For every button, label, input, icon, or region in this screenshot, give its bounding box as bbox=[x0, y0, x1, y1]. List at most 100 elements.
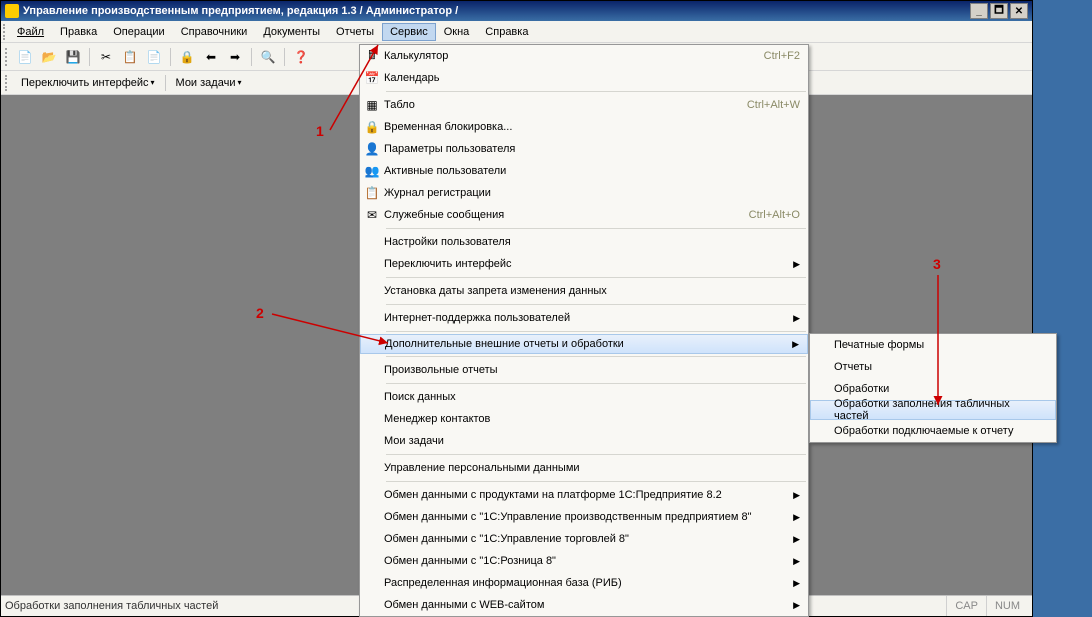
menu-item-label: Поиск данных bbox=[384, 391, 800, 403]
maximize-button[interactable]: 🗖 bbox=[990, 3, 1008, 19]
tb-copy[interactable]: 📋 bbox=[120, 47, 140, 67]
menu-item[interactable]: Обмен данными с "1С:Управление торговлей… bbox=[360, 528, 808, 550]
menu-separator bbox=[386, 277, 806, 278]
status-text: Обработки заполнения табличных частей bbox=[5, 600, 218, 612]
annotation-2: 2 bbox=[256, 305, 264, 321]
menu-item-label: Календарь bbox=[384, 72, 800, 84]
tb-new[interactable]: 📄 bbox=[15, 47, 35, 67]
tb-save[interactable]: 💾 bbox=[63, 47, 83, 67]
menu-edit[interactable]: Правка bbox=[52, 23, 105, 41]
submenu-arrow-icon: ▶ bbox=[793, 259, 800, 270]
submenu-arrow-icon: ▶ bbox=[793, 490, 800, 501]
external-reports-submenu: Печатные формыОтчетыОбработкиОбработки з… bbox=[809, 333, 1057, 443]
menu-documents[interactable]: Документы bbox=[255, 23, 328, 41]
menu-item-icon: 👥 bbox=[360, 164, 384, 178]
menu-windows[interactable]: Окна bbox=[436, 23, 478, 41]
menu-item[interactable]: 👤Параметры пользователя bbox=[360, 138, 808, 160]
submenu-arrow-icon: ▶ bbox=[793, 512, 800, 523]
chevron-down-icon: ▾ bbox=[237, 78, 241, 87]
menu-item-icon: ✉ bbox=[360, 208, 384, 222]
my-tasks-dropdown[interactable]: Мои задачи ▾ bbox=[170, 75, 248, 91]
menu-item-label: Установка даты запрета изменения данных bbox=[384, 285, 800, 297]
menu-item[interactable]: 🖩КалькуляторCtrl+F2 bbox=[360, 45, 808, 67]
menu-item[interactable]: 👥Активные пользователи bbox=[360, 160, 808, 182]
menu-item-label: Временная блокировка... bbox=[384, 121, 800, 133]
menu-item[interactable]: Обмен данными с "1С:Розница 8"▶ bbox=[360, 550, 808, 572]
minimize-button[interactable]: _ bbox=[970, 3, 988, 19]
submenu-item[interactable]: Обработки bbox=[810, 378, 1056, 400]
submenu-item[interactable]: Отчеты bbox=[810, 356, 1056, 378]
menu-service[interactable]: Сервис bbox=[382, 23, 436, 41]
switch-interface-dropdown[interactable]: Переключить интерфейс ▾ bbox=[15, 75, 161, 91]
menu-item-label: Обмен данными с "1С:Управление торговлей… bbox=[384, 533, 789, 545]
menu-item-label: Обмен данными с WEB-сайтом bbox=[384, 599, 789, 611]
menu-item-icon: 🖩 bbox=[360, 46, 384, 67]
my-tasks-label: Мои задачи bbox=[176, 77, 236, 89]
submenu-arrow-icon: ▶ bbox=[792, 339, 799, 350]
menu-help[interactable]: Справка bbox=[477, 23, 536, 41]
menu-item[interactable]: Обмен данными с WEB-сайтом▶ bbox=[360, 594, 808, 616]
menu-item[interactable]: Менеджер контактов bbox=[360, 408, 808, 430]
menu-item[interactable]: Произвольные отчеты bbox=[360, 359, 808, 381]
tb-open[interactable]: 📂 bbox=[39, 47, 59, 67]
menu-item[interactable]: 🔒Временная блокировка... bbox=[360, 116, 808, 138]
tb-fwd[interactable]: ➡ bbox=[225, 47, 245, 67]
menu-item[interactable]: Обмен данными с продуктами на платформе … bbox=[360, 484, 808, 506]
tb-help[interactable]: ❓ bbox=[291, 47, 311, 67]
menu-item-shortcut: Ctrl+Alt+W bbox=[747, 99, 800, 111]
tb-lock[interactable]: 🔒 bbox=[177, 47, 197, 67]
submenu-item[interactable]: Обработки подключаемые к отчету bbox=[810, 420, 1056, 442]
menu-item[interactable]: Настройки пользователя bbox=[360, 231, 808, 253]
menu-file[interactable]: Файл bbox=[9, 23, 52, 41]
menu-item-label: Интернет-поддержка пользователей bbox=[384, 312, 789, 324]
menu-item[interactable]: 📅Календарь bbox=[360, 67, 808, 89]
tb-cut[interactable]: ✂ bbox=[96, 47, 116, 67]
menu-directories[interactable]: Справочники bbox=[173, 23, 256, 41]
menu-separator bbox=[386, 304, 806, 305]
tb-search[interactable]: 🔍 bbox=[258, 47, 278, 67]
menu-separator bbox=[386, 454, 806, 455]
menu-item[interactable]: 📋Журнал регистрации bbox=[360, 182, 808, 204]
menu-item-icon: 📅 bbox=[360, 71, 384, 85]
window-title: Управление производственным предприятием… bbox=[23, 5, 458, 17]
close-button[interactable]: ✕ bbox=[1010, 3, 1028, 19]
menu-item-label: Журнал регистрации bbox=[384, 187, 800, 199]
menu-item-label: Менеджер контактов bbox=[384, 413, 800, 425]
menu-item[interactable]: Интернет-поддержка пользователей ▶ bbox=[360, 307, 808, 329]
menu-item-label: Обмен данными с "1С:Управление производс… bbox=[384, 511, 789, 523]
menu-separator bbox=[386, 228, 806, 229]
menu-separator bbox=[386, 356, 806, 357]
submenu-item[interactable]: Обработки заполнения табличных частей bbox=[810, 400, 1056, 420]
menu-item-label: Мои задачи bbox=[384, 435, 800, 447]
menu-separator bbox=[386, 331, 806, 332]
menu-separator bbox=[386, 481, 806, 482]
submenu-item[interactable]: Печатные формы bbox=[810, 334, 1056, 356]
menu-reports[interactable]: Отчеты bbox=[328, 23, 382, 41]
menubar: Файл Правка Операции Справочники Докумен… bbox=[1, 21, 1032, 43]
annotation-1: 1 bbox=[316, 123, 324, 139]
switch-interface-label: Переключить интерфейс bbox=[21, 77, 149, 89]
menu-item-label: Управление персональными данными bbox=[384, 462, 800, 474]
menu-item[interactable]: Мои задачи bbox=[360, 430, 808, 452]
menu-item-icon: 🔒 bbox=[360, 120, 384, 134]
subbar-grip bbox=[5, 75, 9, 91]
menu-item-label: Служебные сообщения bbox=[384, 209, 749, 221]
tb-paste[interactable]: 📄 bbox=[144, 47, 164, 67]
menu-item[interactable]: Установка даты запрета изменения данных bbox=[360, 280, 808, 302]
tb-back[interactable]: ⬅ bbox=[201, 47, 221, 67]
service-dropdown: 🖩КалькуляторCtrl+F2📅Календарь▦ТаблоCtrl+… bbox=[359, 44, 809, 617]
toolbar-grip bbox=[5, 48, 9, 66]
menu-item[interactable]: Дополнительные внешние отчеты и обработк… bbox=[360, 334, 808, 354]
menu-item[interactable]: Распределенная информационная база (РИБ)… bbox=[360, 572, 808, 594]
menu-item[interactable]: ✉Служебные сообщенияCtrl+Alt+O bbox=[360, 204, 808, 226]
menu-item[interactable]: Переключить интерфейс▶ bbox=[360, 253, 808, 275]
menu-item[interactable]: Обмен данными с "1С:Управление производс… bbox=[360, 506, 808, 528]
menu-item-icon: ▦ bbox=[360, 98, 384, 112]
menu-item[interactable]: Поиск данных bbox=[360, 386, 808, 408]
menu-operations[interactable]: Операции bbox=[105, 23, 172, 41]
submenu-arrow-icon: ▶ bbox=[793, 578, 800, 589]
submenu-arrow-icon: ▶ bbox=[793, 313, 800, 324]
menu-item[interactable]: Управление персональными данными bbox=[360, 457, 808, 479]
menu-item-label: Распределенная информационная база (РИБ) bbox=[384, 577, 789, 589]
menu-item[interactable]: ▦ТаблоCtrl+Alt+W bbox=[360, 94, 808, 116]
